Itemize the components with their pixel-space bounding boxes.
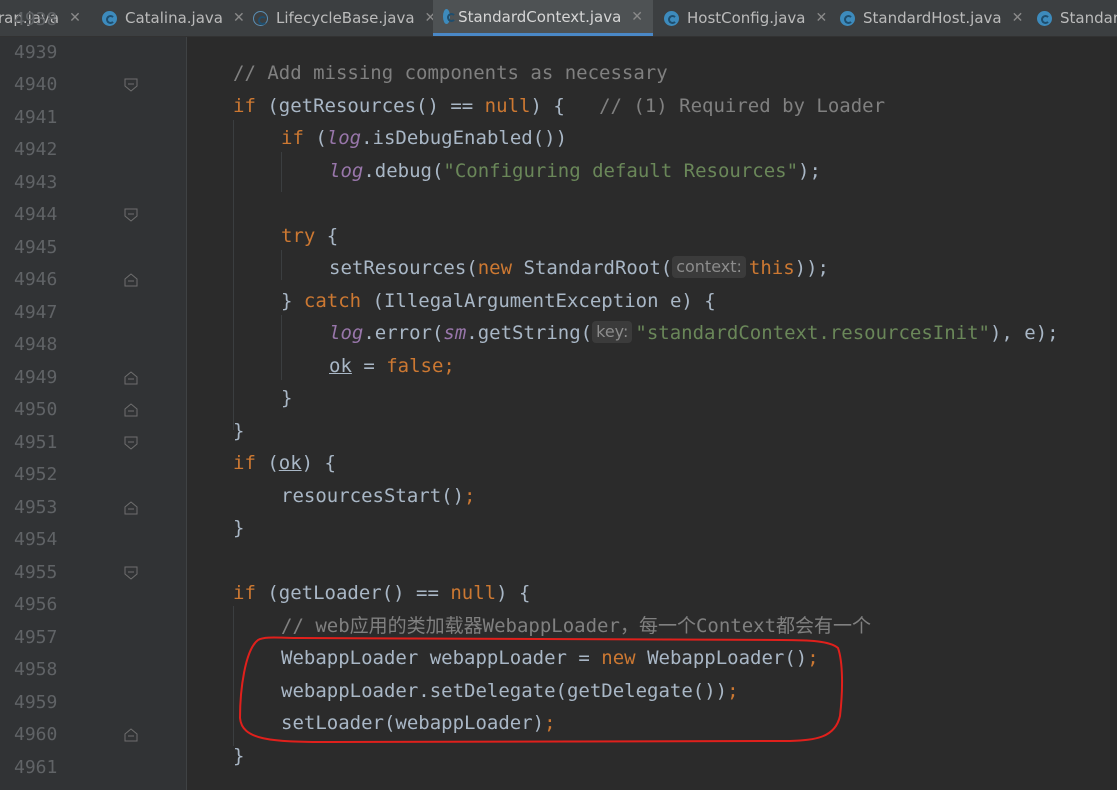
line-number[interactable]: 4955 — [14, 557, 64, 589]
code-line-4939[interactable]: // Add missing components as necessary — [233, 57, 668, 89]
line-number[interactable]: 4956 — [14, 589, 64, 621]
code-line-4946[interactable]: } catch (IllegalArgumentException e) { — [281, 285, 716, 317]
line-number[interactable]: 4959 — [14, 687, 64, 719]
tab-label: StandardContext.java — [458, 7, 622, 26]
indent-guide — [233, 120, 234, 430]
fold-collapse-icon[interactable] — [124, 566, 138, 580]
line-number[interactable]: 4946 — [14, 264, 64, 296]
editor-gutter: 4938 4939 4940 4941 4942 4943 4944 4945 4946 4947… — [6, 9, 186, 790]
parameter-hint: key: — [592, 320, 633, 343]
fold-collapse-icon[interactable] — [124, 436, 138, 450]
fold-end-icon[interactable] — [124, 500, 138, 515]
class-icon — [840, 10, 855, 26]
tab-label: HostConfig.java — [687, 9, 806, 27]
code-line-4957[interactable]: WebappLoader webappLoader = new WebappLo… — [281, 642, 819, 674]
line-number[interactable]: 4961 — [14, 752, 64, 784]
fold-collapse-icon[interactable] — [124, 208, 138, 222]
code-line-4947[interactable]: log.error(sm.getString(key: "standardCont… — [329, 317, 1059, 349]
code-line-4949[interactable]: } — [281, 382, 292, 414]
code-line-4955[interactable]: if (getLoader() == null) { — [233, 577, 530, 609]
code-line-4944[interactable]: try { — [281, 220, 338, 252]
close-icon[interactable]: ✕ — [1012, 10, 1024, 26]
indent-guide — [281, 315, 282, 380]
line-number[interactable]: 4944 — [14, 199, 64, 231]
abstract-class-icon — [253, 10, 268, 26]
tab-catalina[interactable]: Catalina.java ✕ — [92, 0, 255, 36]
line-number[interactable]: 4957 — [14, 622, 64, 654]
line-number[interactable]: 4940 — [14, 69, 64, 101]
close-icon[interactable]: ✕ — [815, 10, 827, 26]
close-icon[interactable]: ✕ — [631, 9, 643, 25]
code-line-4951[interactable]: if (ok) { — [233, 447, 336, 479]
line-number[interactable]: 4939 — [14, 37, 64, 69]
indent-guide — [281, 250, 282, 280]
line-number[interactable]: 4942 — [14, 134, 64, 166]
line-number[interactable]: 4950 — [14, 394, 64, 426]
line-number[interactable]: 4960 — [14, 719, 64, 751]
fold-end-icon[interactable] — [124, 370, 138, 385]
parameter-hint: context: — [672, 255, 746, 278]
line-number[interactable]: 4938 — [14, 4, 64, 36]
indent-guide — [281, 152, 282, 192]
tab-label: Standar — [1060, 9, 1117, 27]
code-line-4953[interactable]: } — [233, 512, 244, 544]
tab-label: Catalina.java — [125, 9, 223, 27]
code-line-4959[interactable]: setLoader(webappLoader); — [281, 707, 556, 739]
class-icon — [1037, 10, 1052, 26]
fold-collapse-icon[interactable] — [124, 78, 138, 92]
code-line-4940[interactable]: if (getResources() == null) { // (1) Req… — [233, 90, 885, 122]
fold-end-icon[interactable] — [124, 403, 138, 417]
line-number[interactable]: 4947 — [14, 297, 64, 329]
line-number[interactable]: 4948 — [14, 329, 64, 361]
line-number[interactable]: 4951 — [14, 427, 64, 459]
close-icon[interactable]: ✕ — [69, 10, 81, 26]
code-line-4942[interactable]: log.debug("Configuring default Resources… — [329, 155, 821, 187]
line-number[interactable]: 4941 — [14, 102, 64, 134]
tab-standardcontext[interactable]: StandardContext.java ✕ — [433, 0, 653, 36]
line-number[interactable]: 4958 — [14, 654, 64, 686]
code-line-4952[interactable]: resourcesStart(); — [281, 480, 475, 512]
code-line-4945[interactable]: setResources(new StandardRoot(context: th… — [329, 252, 829, 284]
line-number[interactable]: 4952 — [14, 459, 64, 491]
line-number[interactable]: 4953 — [14, 492, 64, 524]
line-number[interactable]: 4949 — [14, 362, 64, 394]
gutter-separator — [186, 37, 187, 790]
tab-hostconfig[interactable]: HostConfig.java ✕ — [654, 0, 837, 36]
line-number[interactable]: 4954 — [14, 524, 64, 556]
tab-lifecyclebase[interactable]: LifecycleBase.java ✕ — [243, 0, 446, 36]
line-number[interactable]: 4943 — [14, 167, 64, 199]
tab-label: StandardHost.java — [863, 9, 1002, 27]
class-icon — [102, 10, 117, 26]
class-icon — [443, 9, 457, 24]
tab-standard-truncated[interactable]: Standar — [1027, 0, 1117, 36]
fold-end-icon[interactable] — [124, 728, 138, 742]
tab-label: LifecycleBase.java — [276, 9, 415, 27]
indent-guide — [233, 606, 234, 746]
editor-tab-bar: rap.java ✕ Catalina.java ✕ LifecycleBase… — [0, 0, 1117, 37]
class-icon — [664, 10, 679, 26]
code-line-4950[interactable]: } — [233, 415, 244, 447]
code-line-4956[interactable]: // web应用的类加载器WebappLoader，每一个Context都会有一… — [281, 610, 871, 642]
tab-standardhost[interactable]: StandardHost.java ✕ — [830, 0, 1033, 36]
code-line-4960[interactable]: } — [233, 740, 244, 772]
fold-end-icon[interactable] — [124, 273, 138, 287]
code-line-4958[interactable]: webappLoader.setDelegate(getDelegate()); — [281, 675, 739, 707]
code-line-4948[interactable]: ok = false; — [329, 350, 455, 382]
line-number[interactable]: 4945 — [14, 232, 64, 264]
code-line-4941[interactable]: if (log.isDebugEnabled()) — [281, 122, 567, 154]
